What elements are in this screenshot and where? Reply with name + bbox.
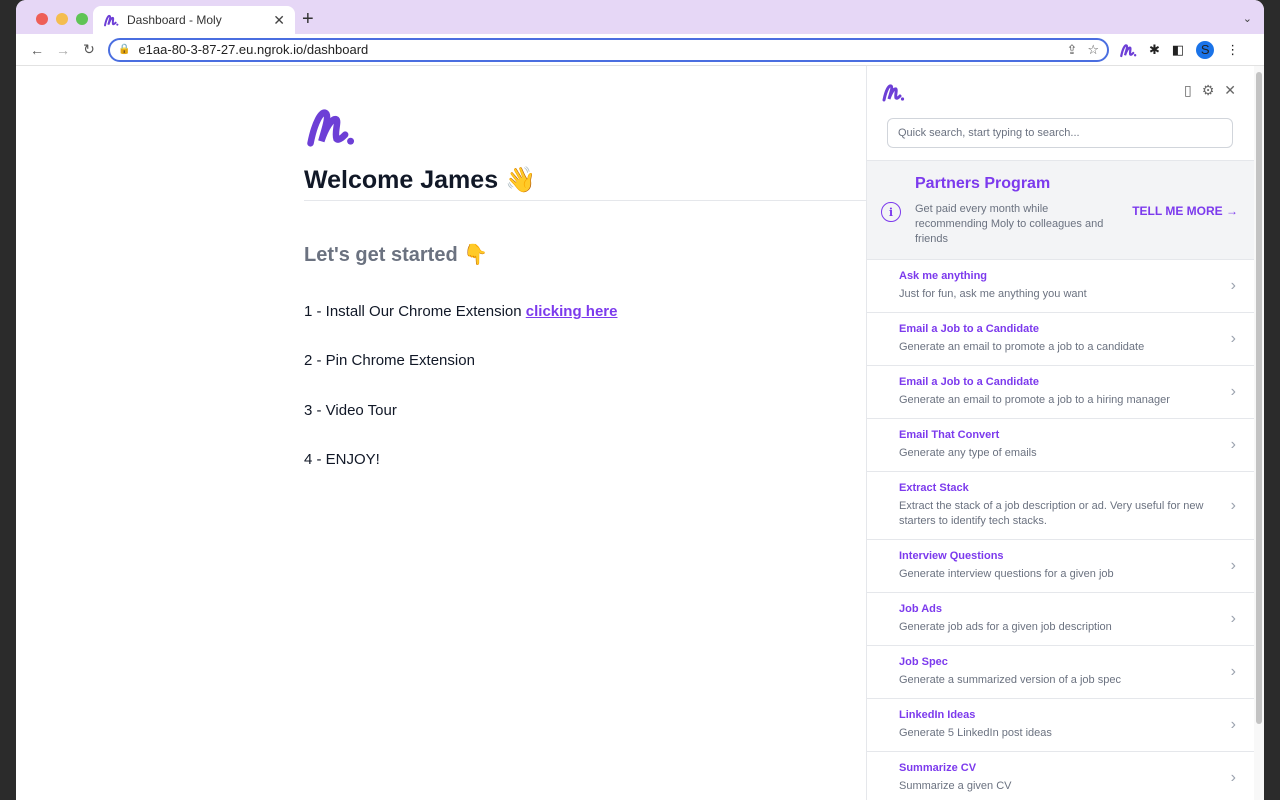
list-item[interactable]: Email That Convert Generate any type of … [867, 419, 1264, 472]
item-description: Generate 5 LinkedIn post ideas [899, 727, 1052, 739]
back-icon[interactable]: ← [24, 42, 50, 58]
extensions-puzzle-icon[interactable]: ✱ [1149, 42, 1160, 58]
new-tab-icon[interactable]: + [302, 8, 314, 31]
share-icon[interactable]: ⇪ [1066, 42, 1077, 58]
tab-dashboard[interactable]: Dashboard - Moly ✕ [93, 6, 295, 34]
browser-window: Dashboard - Moly ✕ + ⌄ ← → ↻ 🔒 e1aa-80-3… [16, 0, 1264, 800]
item-title: Email That Convert [899, 429, 1000, 441]
item-description: Just for fun, ask me anything you want [899, 288, 1087, 300]
tab-close-icon[interactable]: ✕ [273, 12, 285, 29]
forward-icon[interactable]: → [50, 42, 76, 58]
address-bar[interactable]: 🔒 e1aa-80-3-87-27.eu.ngrok.io/dashboard … [108, 37, 1109, 62]
tab-title: Dashboard - Moly [127, 13, 222, 27]
omnibox-actions: ⇪ ☆ [1066, 42, 1099, 58]
panel-header: ▯ ⚙ ✕ [867, 66, 1264, 160]
quick-search-input[interactable] [887, 118, 1233, 148]
partners-description: Get paid every month while recommending … [915, 203, 1104, 245]
welcome-heading: Welcome James 👋 [304, 166, 537, 194]
close-window-button[interactable] [36, 13, 48, 25]
step-pin: 2 - Pin Chrome Extension [304, 352, 475, 369]
item-title: Extract Stack [899, 482, 969, 494]
chevron-right-icon: › [1230, 663, 1236, 680]
chevron-right-icon: › [1230, 436, 1236, 453]
reload-icon[interactable]: ↻ [76, 41, 102, 58]
chevron-right-icon: › [1230, 716, 1236, 733]
item-description: Generate an email to promote a job to a … [899, 394, 1170, 406]
window-controls [36, 13, 88, 25]
moly-extension-icon[interactable] [1119, 42, 1137, 58]
dashboard-page: Welcome James 👋 Let's get started 👇 1 - … [16, 66, 866, 800]
list-item[interactable]: Ask me anything Just for fun, ask me any… [867, 260, 1264, 313]
step-install: 1 - Install Our Chrome Extension clickin… [304, 303, 617, 320]
extension-area: ✱ ◧ S ⋮ [1119, 40, 1239, 59]
step-video-tour: 3 - Video Tour [304, 402, 397, 419]
url-text[interactable]: e1aa-80-3-87-27.eu.ngrok.io/dashboard [138, 42, 1066, 57]
getting-started-heading: Let's get started 👇 [304, 244, 489, 266]
list-item[interactable]: Extract Stack Extract the stack of a job… [867, 472, 1264, 540]
list-item[interactable]: Job Ads Generate job ads for a given job… [867, 593, 1264, 646]
scrollbar-thumb[interactable] [1256, 72, 1262, 724]
list-item[interactable]: Interview Questions Generate interview q… [867, 540, 1264, 593]
partners-program-banner: Partners Program i Get paid every month … [867, 160, 1264, 260]
panel-actions: ▯ ⚙ ✕ [1184, 82, 1236, 99]
item-title: Email a Job to a Candidate [899, 323, 1039, 335]
moly-logo-icon [104, 14, 119, 27]
lock-icon[interactable]: 🔒 [118, 44, 130, 55]
minimize-window-button[interactable] [56, 13, 68, 25]
tab-search-chevron-icon[interactable]: ⌄ [1243, 12, 1252, 25]
list-item[interactable]: Email a Job to a Candidate Generate an e… [867, 313, 1264, 366]
settings-gear-icon[interactable]: ⚙ [1202, 82, 1215, 99]
moly-logo-icon [307, 109, 355, 147]
prompt-list: Ask me anything Just for fun, ask me any… [867, 260, 1264, 800]
chevron-right-icon: › [1230, 383, 1236, 400]
step-text: 1 - Install Our Chrome Extension [304, 303, 526, 320]
close-panel-icon[interactable]: ✕ [1224, 82, 1236, 99]
profile-avatar[interactable]: S [1196, 40, 1215, 59]
item-title: Job Spec [899, 656, 948, 668]
tell-me-more-link[interactable]: TELL ME MORE → [1132, 204, 1238, 218]
browser-toolbar: ← → ↻ 🔒 e1aa-80-3-87-27.eu.ngrok.io/dash… [16, 34, 1264, 66]
item-description: Generate job ads for a given job descrip… [899, 621, 1112, 633]
chevron-right-icon: › [1230, 496, 1236, 514]
item-description: Generate any type of emails [899, 447, 1037, 459]
item-title: Email a Job to a Candidate [899, 376, 1039, 388]
tab-strip: Dashboard - Moly ✕ + ⌄ [16, 0, 1264, 34]
more-menu-icon[interactable]: ⋮ [1226, 42, 1239, 58]
item-description: Summarize a given CV [899, 780, 1012, 792]
chevron-right-icon: › [1230, 277, 1236, 294]
moly-logo-icon [882, 84, 905, 102]
panel-scrollbar[interactable] [1254, 66, 1264, 800]
item-title: Ask me anything [899, 270, 988, 282]
partners-title: Partners Program [915, 175, 1051, 192]
moly-side-panel: ▯ ⚙ ✕ Partners Program i Get paid every … [866, 66, 1264, 800]
side-panel-icon[interactable]: ◧ [1172, 42, 1184, 58]
list-item[interactable]: Job Spec Generate a summarized version o… [867, 646, 1264, 699]
install-extension-link[interactable]: clicking here [526, 303, 618, 320]
item-description: Generate a summarized version of a job s… [899, 674, 1121, 686]
chevron-right-icon: › [1230, 330, 1236, 347]
item-title: Job Ads [899, 603, 942, 615]
item-title: LinkedIn Ideas [899, 709, 976, 721]
chevron-right-icon: › [1230, 557, 1236, 574]
step-enjoy: 4 - ENJOY! [304, 451, 380, 468]
divider [304, 200, 866, 201]
item-description: Generate interview questions for a given… [899, 568, 1114, 580]
item-description: Extract the stack of a job description o… [899, 500, 1204, 527]
list-item[interactable]: Summarize CV Summarize a given CV › [867, 752, 1264, 800]
list-item[interactable]: Email a Job to a Candidate Generate an e… [867, 366, 1264, 419]
item-title: Interview Questions [899, 550, 1004, 562]
chevron-right-icon: › [1230, 610, 1236, 627]
maximize-window-button[interactable] [76, 13, 88, 25]
list-item[interactable]: LinkedIn Ideas Generate 5 LinkedIn post … [867, 699, 1264, 752]
bookmark-star-icon[interactable]: ☆ [1087, 42, 1099, 58]
item-title: Summarize CV [899, 762, 977, 774]
info-icon: i [881, 202, 901, 222]
dock-panel-icon[interactable]: ▯ [1184, 82, 1192, 99]
item-description: Generate an email to promote a job to a … [899, 341, 1145, 353]
chevron-right-icon: › [1230, 769, 1236, 786]
